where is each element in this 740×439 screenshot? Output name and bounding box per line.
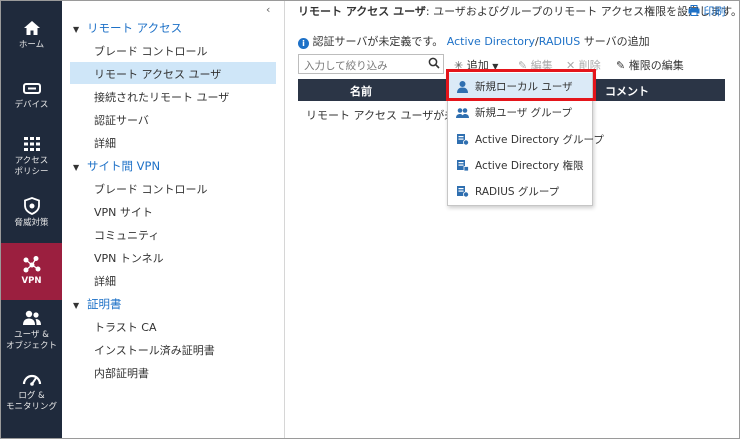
nav-home[interactable]: ホーム	[1, 19, 62, 63]
tree-item-advanced[interactable]: 詳細	[94, 135, 116, 151]
vpn-tree-panel: ‹ ▼ リモート アクセス ブレード コントロール リモート アクセス ユーザ 接…	[63, 1, 285, 438]
table-empty-message: リモート アクセス ユーザが未設	[306, 109, 467, 122]
menu-item-label: 新規ユーザ グループ	[475, 107, 572, 119]
menu-item-label: Active Directory グループ	[475, 134, 604, 146]
collapse-panel-icon[interactable]: ‹	[266, 3, 270, 16]
nav-logs-monitoring[interactable]: ログ & モニタリング	[1, 370, 62, 418]
users-icon	[22, 310, 41, 325]
tree-item-vpn-sites[interactable]: VPN サイト	[94, 204, 153, 220]
tree-item-trusted-ca[interactable]: トラスト CA	[94, 319, 156, 335]
nav-threat-prevention-label: 脅威対策	[14, 218, 49, 228]
column-header-name[interactable]: 名前	[350, 83, 372, 99]
access-policy-icon	[23, 137, 40, 151]
page-title: リモート アクセス ユーザ: ユーザおよびグループのリモート アクセス権限を設定…	[298, 3, 740, 19]
content-area: リモート アクセス ユーザ: ユーザおよびグループのリモート アクセス権限を設定…	[286, 1, 740, 438]
nav-devices-label: デバイス	[14, 100, 49, 110]
column-header-comment[interactable]: コメント	[605, 83, 649, 99]
nav-users-objects[interactable]: ユーザ & オブジェクト	[1, 309, 62, 357]
tree-item-community[interactable]: コミュニティ	[94, 227, 159, 243]
expand-triangle-icon: ▼	[73, 163, 80, 172]
nav-threat-prevention[interactable]: 脅威対策	[1, 197, 62, 239]
tree-section-certificates[interactable]: ▼ 証明書	[73, 296, 122, 312]
tree-section-label: リモート アクセス	[87, 21, 183, 35]
highlight-annotation-box	[446, 69, 596, 101]
expand-triangle-icon: ▼	[73, 25, 80, 34]
nav-users-objects-label: ユーザ & オブジェクト	[5, 330, 57, 351]
menu-item-label: RADIUS グループ	[475, 186, 560, 198]
home-icon	[23, 21, 40, 35]
nav-home-label: ホーム	[18, 40, 45, 50]
menu-item-radius-group[interactable]: RADIUS グループ	[448, 178, 592, 204]
pencil-icon: ✎	[616, 59, 626, 72]
tree-section-remote-access[interactable]: ▼ リモート アクセス	[73, 20, 182, 36]
tree-section-label: 証明書	[87, 297, 122, 311]
info-tail: サーバの追加	[580, 35, 650, 48]
menu-item-new-user-group[interactable]: 新規ユーザ グループ	[448, 99, 592, 125]
expand-triangle-icon: ▼	[73, 301, 80, 310]
filter-placeholder: 入力して絞り込み	[304, 60, 388, 72]
tree-item-installed-certificates[interactable]: インストール済み証明書	[94, 342, 215, 358]
menu-item-ad-permission[interactable]: Active Directory 権限	[448, 152, 592, 178]
tree-section-site-to-site-vpn[interactable]: ▼ サイト間 VPN	[73, 158, 160, 174]
nav-access-policy-label: アクセス ポリシー	[14, 156, 49, 177]
info-text: 認証サーバが未定義です。	[312, 35, 444, 48]
tree-section-label: サイト間 VPN	[87, 159, 161, 173]
device-icon	[22, 83, 41, 94]
menu-item-label: Active Directory 権限	[475, 160, 584, 172]
main-nav-rail: ホーム デバイス アクセス ポリシー 脅威対策 VPN ユーザ & オブジェクト…	[1, 1, 62, 438]
page-title-bold: リモート アクセス ユーザ	[298, 5, 426, 18]
info-banner: i 認証サーバが未定義です。 Active Directory/RADIUS サ…	[298, 33, 650, 49]
nav-devices[interactable]: デバイス	[1, 79, 62, 123]
radius-group-icon	[457, 186, 469, 198]
tree-item-auth-servers[interactable]: 認証サーバ	[94, 112, 149, 128]
active-directory-link[interactable]: Active Directory	[447, 35, 535, 48]
tree-item-advanced[interactable]: 詳細	[94, 273, 116, 289]
user-group-icon	[456, 108, 469, 118]
print-link[interactable]: 印刷	[688, 3, 726, 19]
info-icon: i	[298, 38, 309, 49]
tree-item-vpn-tunnels[interactable]: VPN トンネル	[94, 250, 164, 266]
printer-icon	[688, 5, 700, 16]
print-label: 印刷	[703, 5, 726, 18]
threat-shield-icon	[23, 197, 40, 215]
menu-item-ad-group[interactable]: Active Directory グループ	[448, 126, 604, 152]
edit-permissions-button[interactable]: ✎ 権限の編集	[616, 57, 684, 73]
nav-logs-monitoring-label: ログ & モニタリング	[5, 391, 57, 412]
ad-permission-icon	[457, 160, 469, 172]
nav-vpn[interactable]: VPN	[1, 243, 62, 300]
radius-link[interactable]: RADIUS	[539, 35, 580, 48]
tree-item-remote-access-users[interactable]: リモート アクセス ユーザ	[94, 66, 221, 82]
ad-group-icon	[457, 134, 469, 146]
edit-permissions-label: 権限の編集	[628, 59, 684, 72]
tree-item-internal-certificate[interactable]: 内部証明書	[94, 365, 149, 381]
search-icon	[428, 57, 440, 69]
tree-item-blade-control[interactable]: ブレード コントロール	[94, 181, 208, 197]
gauge-icon	[22, 374, 41, 386]
tree-item-blade-control[interactable]: ブレード コントロール	[94, 43, 208, 59]
vpn-icon	[23, 256, 40, 273]
nav-vpn-label: VPN	[21, 276, 42, 286]
nav-access-policy[interactable]: アクセス ポリシー	[1, 135, 62, 183]
tree-item-connected-remote-users[interactable]: 接続されたリモート ユーザ	[94, 89, 229, 105]
filter-input[interactable]: 入力して絞り込み	[298, 54, 444, 74]
